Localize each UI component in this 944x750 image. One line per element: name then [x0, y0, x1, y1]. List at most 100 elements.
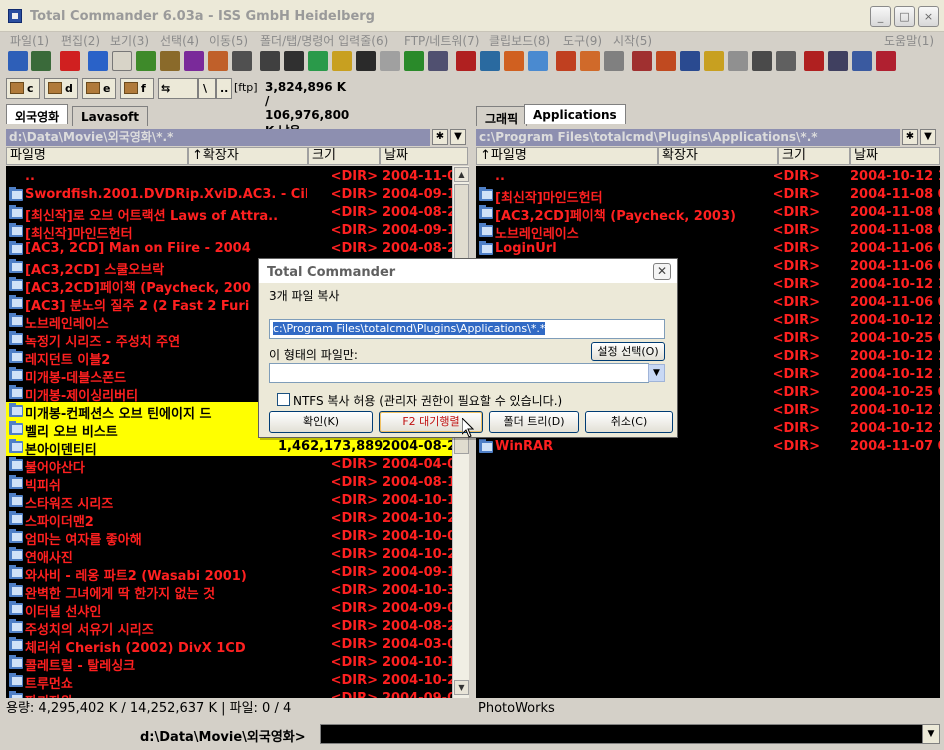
disk-tool-icon[interactable] — [232, 51, 252, 71]
refresh-icon[interactable] — [8, 51, 28, 71]
menu-file[interactable]: 파일(1) — [10, 32, 49, 49]
gear-icon[interactable] — [828, 51, 848, 71]
folder-sync-icon[interactable] — [704, 51, 724, 71]
file-row[interactable]: [최신작]마인드헌터 <DIR> 2004-11-08 0 — [476, 186, 940, 206]
brush-icon[interactable] — [380, 51, 400, 71]
magnifier-icon[interactable] — [604, 51, 624, 71]
left-tab-foreign-movies[interactable]: 외국영화 — [6, 104, 69, 124]
file-row[interactable]: Swordfish.2001.DVDRip.XviD.AC3. - CiP.. <… — [6, 186, 452, 204]
file-row[interactable]: .. <DIR> 2004-11-0 — [6, 168, 452, 186]
menu-select[interactable]: 선택(4) — [160, 32, 199, 49]
command-history-dropdown[interactable]: ▼ — [922, 724, 940, 744]
root-button[interactable]: \ — [198, 78, 216, 99]
file-row[interactable]: [AC3, 2CD] Man on Fiire - 2004 <DIR> 2004-… — [6, 240, 452, 258]
file-row[interactable]: 스파이더맨2 <DIR> 2004-10-2 — [6, 510, 452, 530]
file-row[interactable]: 빅피쉬 <DIR> 2004-08-1 — [6, 474, 452, 494]
file-filter-combo[interactable] — [269, 363, 649, 383]
left-path-bar[interactable]: d:\Data\Movie\외국영화\*.* — [6, 129, 430, 146]
file-row[interactable]: 스타워즈 시리즈 <DIR> 2004-10-1 — [6, 492, 452, 512]
folder-tree-button[interactable]: 폴더 트리(D) — [489, 411, 579, 433]
right-path-bar[interactable]: c:\Program Files\totalcmd\Plugins\Applic… — [476, 129, 900, 146]
menu-navigate[interactable]: 이동(5) — [209, 32, 248, 49]
file-row[interactable]: 연애사진 <DIR> 2004-10-2 — [6, 546, 452, 566]
right-header-ext[interactable]: 확장자 — [658, 147, 778, 165]
file-row[interactable]: WinRAR <DIR> 2004-11-07 0 — [476, 438, 940, 456]
toolbox-icon[interactable] — [656, 51, 676, 71]
file-row[interactable]: 이터널 선샤인 <DIR> 2004-09-0 — [6, 600, 452, 620]
search-icon[interactable] — [556, 51, 576, 71]
left-history-button[interactable]: ✱ — [432, 129, 448, 145]
left-path-dropdown[interactable]: ▼ — [450, 129, 466, 145]
left-header-name[interactable]: 파일명 — [6, 147, 188, 165]
dialog-close-icon[interactable]: ✕ — [653, 263, 671, 280]
close-button[interactable]: × — [918, 6, 939, 27]
scroll-up-icon[interactable]: ▲ — [454, 167, 469, 182]
pen-icon[interactable] — [356, 51, 376, 71]
app-icon[interactable] — [8, 9, 22, 23]
file-row[interactable]: LoginUrl <DIR> 2004-11-06 0 — [476, 240, 940, 258]
bird-icon[interactable] — [160, 51, 180, 71]
right-tab-applications[interactable]: Applications — [524, 104, 626, 124]
camera-icon[interactable] — [404, 51, 424, 71]
file-row[interactable]: .. <DIR> 2004-10-12 1 — [476, 168, 940, 186]
copy-icon[interactable] — [728, 51, 748, 71]
file-row[interactable]: 콜레트럴 - 탈레싱크 <DIR> 2004-10-1 — [6, 654, 452, 674]
save-icon[interactable] — [680, 51, 700, 71]
file-row[interactable]: 노브레인레이스 <DIR> 2004-11-08 0 — [476, 222, 940, 242]
ok-button[interactable]: 확인(K) — [269, 411, 373, 433]
right-header-date[interactable]: 날짜 — [850, 147, 940, 165]
minimize-button[interactable]: _ — [870, 6, 891, 27]
file-row[interactable]: 트루먼쇼 <DIR> 2004-10-2 — [6, 672, 452, 692]
file-row[interactable]: 완벽한 그녀에게 딱 한가지 없는 것 <DIR> 2004-10-3 — [6, 582, 452, 602]
maximize-button[interactable]: □ — [894, 6, 915, 27]
opera-icon[interactable] — [60, 51, 80, 71]
windows-icon[interactable] — [504, 51, 524, 71]
ie-icon[interactable] — [88, 51, 108, 71]
floppy-red-icon[interactable] — [876, 51, 896, 71]
paint-icon[interactable] — [332, 51, 352, 71]
cancel-button[interactable]: 취소(C) — [585, 411, 673, 433]
network-drive-button[interactable]: ⇆ — [158, 78, 198, 99]
file-row[interactable]: 주성치의 서유기 시리즈 <DIR> 2004-08-2 — [6, 618, 452, 638]
file-row[interactable]: 불어야산다 <DIR> 2004-04-0 — [6, 456, 452, 476]
ntfs-checkbox[interactable] — [277, 393, 290, 406]
command-input[interactable] — [320, 724, 924, 744]
drive-d-button[interactable]: d — [44, 78, 78, 99]
menu-start[interactable]: 시작(5) — [613, 32, 652, 49]
scanner-icon[interactable] — [428, 51, 448, 71]
menu-view[interactable]: 보기(3) — [110, 32, 149, 49]
left-header-ext[interactable]: ↑확장자 — [188, 147, 308, 165]
drive-e-button[interactable]: e — [82, 78, 116, 99]
music-icon[interactable] — [136, 51, 156, 71]
left-header-date[interactable]: 날짜 — [380, 147, 468, 165]
game-icon[interactable] — [580, 51, 600, 71]
left-tab-lavasoft[interactable]: Lavasoft — [72, 106, 149, 126]
archive-icon[interactable] — [632, 51, 652, 71]
drive-c-button[interactable]: c — [6, 78, 40, 99]
file-row[interactable]: [최신작]마인드헌터 <DIR> 2004-09-1 — [6, 222, 452, 242]
keyboard-icon[interactable] — [752, 51, 772, 71]
file-row[interactable]: 파괴자왕<DIR> 2004-09-0 — [6, 690, 452, 698]
menu-clipboard[interactable]: 클립보드(8) — [489, 32, 550, 49]
drive-f-button[interactable]: f — [120, 78, 154, 99]
brief-view-icon[interactable] — [31, 51, 51, 71]
file-row[interactable]: [AC3,2CD]페이책 (Paycheck, 2003) <DIR> 2004-1… — [476, 204, 940, 224]
diamond-icon[interactable] — [480, 51, 500, 71]
mail-icon[interactable] — [112, 51, 132, 71]
ftp-label[interactable]: [ftp] — [234, 81, 258, 94]
right-header-name[interactable]: ↑파일명 — [476, 147, 658, 165]
right-path-dropdown[interactable]: ▼ — [920, 129, 936, 145]
file-row[interactable]: 체리쉬 Cherish (2002) DivX 1CD <DIR> 2004-03-… — [6, 636, 452, 656]
menu-edit[interactable]: 편집(2) — [61, 32, 100, 49]
target-path-input[interactable]: c:\Program Files\totalcmd\Plugins\Applic… — [269, 319, 665, 339]
right-header-size[interactable]: 크기 — [778, 147, 850, 165]
gamepad-icon[interactable] — [776, 51, 796, 71]
select-preset-button[interactable]: 설정 선택(O) — [591, 342, 665, 361]
menu-help[interactable]: 도움말(1) — [884, 32, 934, 49]
file-row[interactable]: 와사비 - 레옹 파트2 (Wasabi 2001) <DIR> 2004-09-1 — [6, 564, 452, 584]
file-row[interactable]: [최신작]로 오브 어트랙션 Laws of Attra.. <DIR> 2004-… — [6, 204, 452, 224]
floppy-icon[interactable] — [852, 51, 872, 71]
grid-icon[interactable] — [184, 51, 204, 71]
right-tab-graphics[interactable]: 그래픽 — [476, 106, 528, 126]
recycle-icon[interactable] — [528, 51, 548, 71]
